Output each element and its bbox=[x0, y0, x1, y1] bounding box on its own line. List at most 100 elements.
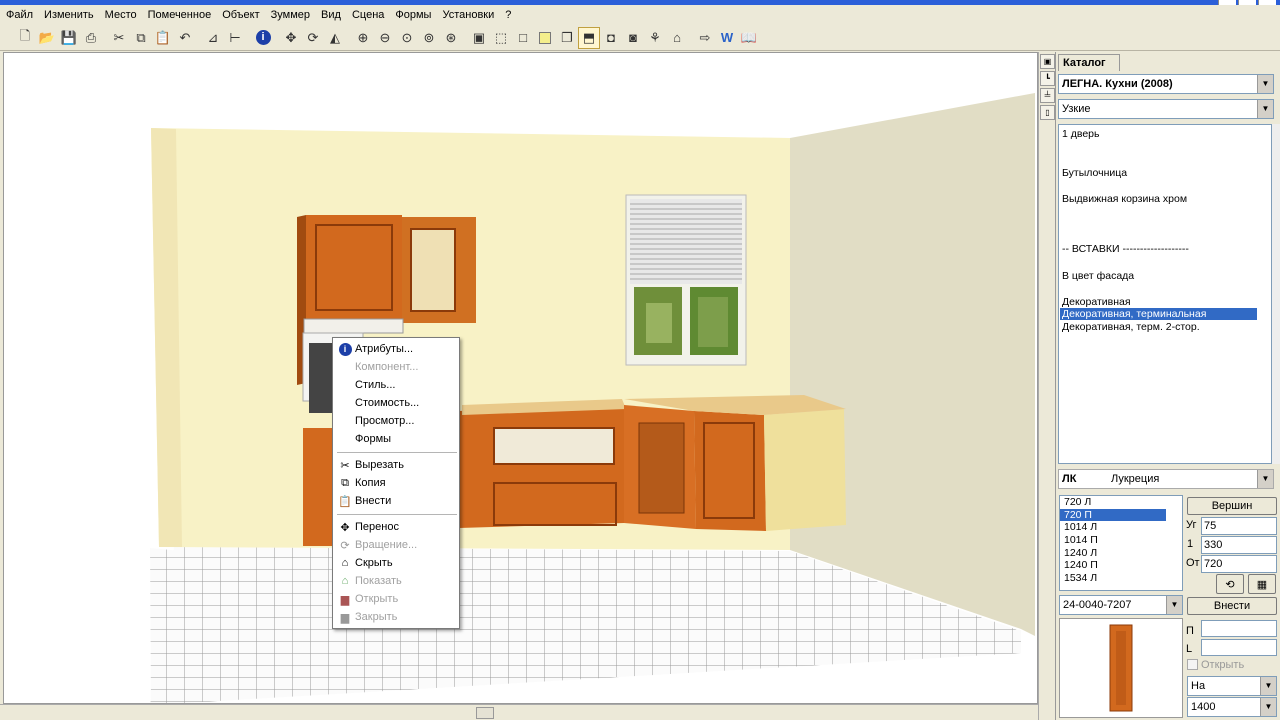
chevron-down-icon[interactable]: ▼ bbox=[1257, 100, 1273, 118]
list-item-selected[interactable]: 720 П bbox=[1060, 508, 1166, 522]
menu-item-move[interactable]: ✥ Перенос bbox=[333, 518, 459, 536]
list-item[interactable]: В цвет фасада bbox=[1062, 270, 1134, 282]
list-item[interactable]: 1014 Л bbox=[1060, 521, 1182, 534]
list-item[interactable]: 1534 Л bbox=[1060, 572, 1182, 585]
article-select[interactable]: 24-0040-7207 ▼ bbox=[1059, 595, 1183, 615]
from-field[interactable]: 720 bbox=[1201, 555, 1277, 573]
menu-file[interactable]: Файл bbox=[6, 9, 33, 21]
menu-marked[interactable]: Помеченное bbox=[148, 9, 212, 21]
chevron-down-icon[interactable]: ▼ bbox=[1257, 75, 1273, 93]
arrow-icon[interactable]: ⇨ bbox=[694, 27, 716, 49]
list-item[interactable]: Декоративная bbox=[1062, 296, 1131, 308]
list-item[interactable]: 720 Л bbox=[1060, 496, 1182, 509]
cut-icon[interactable]: ✂ bbox=[108, 27, 130, 49]
print-icon[interactable]: ⎙ bbox=[80, 27, 102, 49]
tab-catalog[interactable]: Каталог bbox=[1058, 54, 1120, 71]
list-item[interactable]: Бутылочница bbox=[1062, 167, 1127, 179]
book-icon[interactable]: 📖 bbox=[738, 27, 760, 49]
menu-item-style[interactable]: Стиль... bbox=[333, 376, 459, 394]
zoom-fit-icon[interactable]: ⊙ bbox=[396, 27, 418, 49]
open-checkbox[interactable] bbox=[1187, 659, 1198, 670]
menu-settings[interactable]: Установки bbox=[442, 9, 494, 21]
view-top-icon[interactable]: ┗ bbox=[1040, 71, 1055, 86]
height-select[interactable]: 1400 ▼ bbox=[1187, 697, 1277, 717]
menu-zoom[interactable]: Зуммер bbox=[271, 9, 310, 21]
copy-icon[interactable]: ⧉ bbox=[130, 27, 152, 49]
save-icon[interactable]: 💾 bbox=[58, 27, 80, 49]
render-icon[interactable]: ▣ bbox=[468, 27, 490, 49]
menu-item-paste[interactable]: 📋 Внести bbox=[333, 492, 459, 510]
list-item[interactable]: 1014 П bbox=[1060, 534, 1182, 547]
frame-icon[interactable]: ⬚ bbox=[490, 27, 512, 49]
menu-item-forms[interactable]: Формы bbox=[333, 430, 459, 448]
p-field[interactable] bbox=[1201, 620, 1277, 637]
view-side-icon[interactable]: ▯ bbox=[1040, 105, 1055, 120]
angle-field[interactable]: 75 bbox=[1201, 517, 1277, 535]
menu-item-open[interactable]: ▆ Открыть bbox=[333, 590, 459, 608]
zoom-in-icon[interactable]: ⊕ bbox=[352, 27, 374, 49]
list-item[interactable]: Выдвижная корзина хром bbox=[1062, 193, 1187, 205]
menu-item-rotate[interactable]: ⟳ Вращение... bbox=[333, 536, 459, 554]
pin-icon[interactable]: ▣ bbox=[1040, 54, 1055, 69]
zoom-out-icon[interactable]: ⊖ bbox=[374, 27, 396, 49]
dimension-icon[interactable]: ⊿ bbox=[202, 27, 224, 49]
menu-forms[interactable]: Формы bbox=[395, 9, 431, 21]
new-icon[interactable]: 🗋 bbox=[14, 27, 36, 49]
mirror-icon[interactable]: ◭ bbox=[324, 27, 346, 49]
zoom-window-icon[interactable]: ⊚ bbox=[418, 27, 440, 49]
menu-item-attributes[interactable]: i Атрибуты... bbox=[333, 340, 459, 358]
on-select[interactable]: На ▼ bbox=[1187, 676, 1277, 696]
menu-object[interactable]: Объект bbox=[222, 9, 259, 21]
menu-item-show[interactable]: ⌂ Показать bbox=[333, 572, 459, 590]
chevron-down-icon[interactable]: ▼ bbox=[1260, 677, 1276, 695]
refresh-icon[interactable]: ⟲ bbox=[1216, 574, 1244, 594]
3d-scene-viewport[interactable] bbox=[3, 52, 1038, 704]
catalog-scrollbar[interactable] bbox=[1272, 124, 1280, 464]
walk-icon[interactable]: ◙ bbox=[622, 27, 644, 49]
move-icon[interactable]: ✥ bbox=[280, 27, 302, 49]
fill-icon[interactable] bbox=[534, 27, 556, 49]
menu-item-copy[interactable]: ⧉ Копия bbox=[333, 474, 459, 492]
chevron-down-icon[interactable]: ▼ bbox=[1260, 698, 1276, 716]
list-item[interactable]: 1240 П bbox=[1060, 559, 1182, 572]
undo-icon[interactable]: ↶ bbox=[174, 27, 196, 49]
menu-scene[interactable]: Сцена bbox=[352, 9, 384, 21]
library-select[interactable]: ЛЕГНА. Кухни (2008) ▼ bbox=[1058, 74, 1274, 94]
category-select[interactable]: Узкие ▼ bbox=[1058, 99, 1274, 119]
menu-item-preview[interactable]: Просмотр... bbox=[333, 412, 459, 430]
zoom-all-icon[interactable]: ⊛ bbox=[440, 27, 462, 49]
list-item[interactable]: 1 дверь bbox=[1062, 128, 1100, 140]
calculator-icon[interactable]: ▦ bbox=[1248, 574, 1276, 594]
menu-item-close[interactable]: ▆ Закрыть bbox=[333, 608, 459, 626]
list-item-selected[interactable]: Декоративная, терминальная bbox=[1060, 308, 1257, 320]
menu-edit[interactable]: Изменить bbox=[44, 9, 94, 21]
list-item[interactable]: -- ВСТАВКИ ------------------- bbox=[1062, 243, 1189, 255]
menu-place[interactable]: Место bbox=[105, 9, 137, 21]
vertex-button[interactable]: Вершин bbox=[1187, 497, 1277, 515]
menu-item-hide[interactable]: ⌂ Скрыть bbox=[333, 554, 459, 572]
measure-icon[interactable]: ⊢ bbox=[224, 27, 246, 49]
open-icon[interactable]: 📂 bbox=[36, 27, 58, 49]
export-icon[interactable]: ⌂ bbox=[666, 27, 688, 49]
word-icon[interactable]: W bbox=[716, 27, 738, 49]
box-icon[interactable]: □ bbox=[512, 27, 534, 49]
material-select[interactable]: ЛК Лукреция ▼ bbox=[1058, 469, 1274, 489]
menu-item-cost[interactable]: Стоимость... bbox=[333, 394, 459, 412]
horizontal-scrollbar[interactable] bbox=[0, 704, 1040, 720]
shade-icon[interactable]: ⚘ bbox=[644, 27, 666, 49]
chevron-down-icon[interactable]: ▼ bbox=[1257, 470, 1273, 488]
l-field[interactable] bbox=[1201, 639, 1277, 656]
length-field[interactable]: 330 bbox=[1201, 536, 1277, 554]
paste-icon[interactable]: 📋 bbox=[152, 27, 174, 49]
scroll-thumb[interactable] bbox=[476, 707, 494, 719]
camera-icon[interactable]: ◘ bbox=[600, 27, 622, 49]
chevron-down-icon[interactable]: ▼ bbox=[1166, 596, 1182, 614]
rotate-icon[interactable]: ⟳ bbox=[302, 27, 324, 49]
3d-box-icon[interactable]: ⬒ bbox=[578, 26, 600, 49]
insert-button[interactable]: Внести bbox=[1187, 597, 1277, 615]
menu-item-component[interactable]: Компонент... bbox=[333, 358, 459, 376]
menu-view[interactable]: Вид bbox=[321, 9, 341, 21]
menu-help[interactable]: ? bbox=[505, 9, 511, 21]
view-front-icon[interactable]: ╧ bbox=[1040, 88, 1055, 103]
list-item[interactable]: Декоративная, терм. 2-стор. bbox=[1062, 321, 1200, 333]
